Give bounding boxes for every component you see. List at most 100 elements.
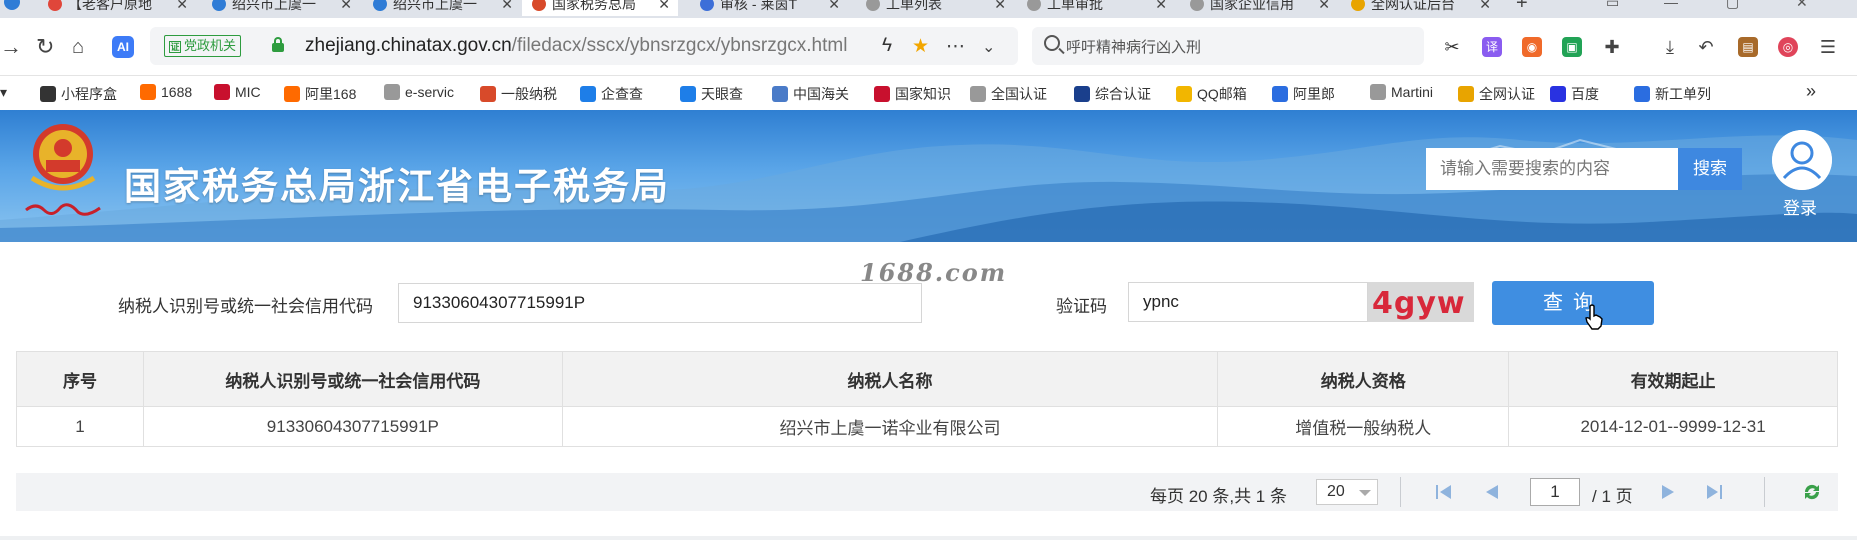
browser-tab[interactable]: 绍兴市上虞一 ✕ <box>373 0 513 16</box>
tab-close-icon[interactable]: ✕ <box>1155 0 1167 13</box>
lock-icon[interactable] <box>272 37 284 52</box>
bookmark-favicon-icon <box>1272 86 1288 102</box>
bookmark-item[interactable]: 阿里郎 <box>1272 84 1335 104</box>
close-window-icon[interactable]: ✕ <box>1796 0 1808 11</box>
browser-tab[interactable]: 国家税务总局 ✕ <box>522 0 678 16</box>
next-page-icon[interactable] <box>1658 482 1678 502</box>
browser-tab[interactable]: 国家企业信用 ✕ <box>1190 0 1330 16</box>
tab-close-icon[interactable]: ✕ <box>1318 0 1330 13</box>
bookmark-item[interactable]: 综合认证 <box>1074 84 1151 104</box>
profile-icon[interactable]: ◎ <box>1778 37 1798 57</box>
translate-icon[interactable]: 译 <box>1482 37 1502 57</box>
bookmark-item[interactable]: 中国海关 <box>772 84 849 104</box>
browser-tab[interactable]: 全网认证后台 ✕ <box>1351 0 1491 16</box>
browser-tab[interactable]: 工单列表 ✕ <box>866 0 1006 16</box>
bookmark-label: 天眼查 <box>701 86 743 102</box>
bookmark-item[interactable]: 全网认证 <box>1458 84 1535 104</box>
table-header-cell: 纳税人名称 <box>561 351 1219 407</box>
prev-page-icon[interactable] <box>1482 482 1502 502</box>
wallet-icon[interactable]: ▤ <box>1738 37 1758 57</box>
captcha-image[interactable]: 4gyw <box>1368 282 1474 322</box>
minimize-icon[interactable]: — <box>1664 0 1678 10</box>
browser-search-box[interactable]: 呼吁精神病行凶入刑 <box>1032 27 1424 65</box>
tab-label: 国家税务总局 <box>552 0 636 12</box>
maximize-icon[interactable]: ▢ <box>1726 0 1739 11</box>
browser-tab[interactable]: 工单审批 ✕ <box>1027 0 1167 16</box>
bookmark-item[interactable]: 1688 <box>140 84 192 100</box>
tab-close-icon[interactable]: ✕ <box>1479 0 1491 13</box>
home-icon[interactable]: ⌂ <box>72 34 84 60</box>
tab-favicon-icon <box>700 0 714 11</box>
tab-label: 工单审批 <box>1047 0 1103 12</box>
scissors-icon[interactable]: ✂ <box>1442 37 1462 57</box>
bookmark-label: 企查查 <box>601 86 643 102</box>
refresh-icon[interactable] <box>1802 482 1822 502</box>
bookmark-item[interactable]: e-servic <box>384 84 454 100</box>
first-page-icon[interactable] <box>1434 482 1454 502</box>
bookmark-item[interactable]: 天眼查 <box>680 84 743 104</box>
bookmark-item[interactable]: 阿里168 <box>284 84 356 104</box>
tab-favicon-icon <box>532 0 546 11</box>
table-header-cell: 有效期起止 <box>1508 351 1838 407</box>
more-icon[interactable]: ⋯ <box>946 35 965 58</box>
url-text[interactable]: zhejiang.chinatax.gov.cn/filedacx/sscx/y… <box>305 35 847 57</box>
bookmark-item[interactable]: 国家知识 <box>874 84 951 104</box>
bookmark-item[interactable]: 百度 <box>1550 84 1599 104</box>
bookmark-item[interactable]: QQ邮箱 <box>1176 84 1247 104</box>
bookmark-item[interactable]: 新工单列 <box>1634 84 1711 104</box>
user-avatar-icon[interactable] <box>1772 130 1832 190</box>
undo-icon[interactable]: ↶ <box>1696 37 1716 57</box>
site-search-input[interactable] <box>1426 148 1678 190</box>
captcha-input[interactable] <box>1128 282 1368 322</box>
browser-tab[interactable]: 【老客户原地 ✕ <box>48 0 188 16</box>
login-link[interactable]: 登录 <box>1783 194 1817 219</box>
new-tab-button[interactable]: + <box>1516 0 1528 15</box>
bookmark-favicon-icon <box>1074 86 1090 102</box>
bookmark-item[interactable]: 企查查 <box>580 84 643 104</box>
ai-assistant-icon[interactable]: AI <box>112 36 134 58</box>
extensions-icon[interactable]: ✚ <box>1602 37 1622 57</box>
bookmark-item[interactable]: MIC <box>214 84 261 100</box>
tab-label: 【老客户原地 <box>68 0 152 12</box>
url-host: zhejiang.chinatax.gov.cn <box>305 35 512 56</box>
page-count: / 1 页 <box>1592 487 1633 506</box>
bookmarks-more-icon[interactable]: » <box>1806 81 1816 102</box>
browser-tab[interactable]: 审核 - 莱茵T ✕ <box>700 0 840 16</box>
bookmark-star-icon[interactable]: ★ <box>912 35 929 58</box>
bookmark-label: 百度 <box>1571 86 1599 102</box>
bookmark-label: 阿里168 <box>305 86 357 102</box>
bookmark-item[interactable]: Martini <box>1370 84 1433 100</box>
menu-icon[interactable]: ☰ <box>1818 37 1838 57</box>
current-page-input[interactable]: 1 <box>1530 478 1580 506</box>
lightning-icon[interactable]: ϟ <box>882 35 892 57</box>
wechat-icon[interactable]: ▣ <box>1562 37 1582 57</box>
bookmark-folder-icon[interactable]: ▾ <box>0 84 7 101</box>
chevron-down-icon[interactable]: ⌄ <box>982 37 995 57</box>
taxpayer-id-input[interactable] <box>398 283 922 323</box>
tab-close-icon[interactable]: ✕ <box>340 0 352 13</box>
address-bar[interactable]: 证党政机关 zhejiang.chinatax.gov.cn/filedacx/… <box>150 27 1018 65</box>
tab-close-icon[interactable]: ✕ <box>828 0 840 13</box>
tab-label: 工单列表 <box>886 0 942 12</box>
download-icon[interactable]: ⤓ <box>1660 37 1680 57</box>
tab-close-icon[interactable]: ✕ <box>658 0 670 13</box>
game-icon[interactable]: ◉ <box>1522 37 1542 57</box>
bookmark-favicon-icon <box>480 86 496 102</box>
reload-icon[interactable]: ↻ <box>36 34 54 60</box>
tab-close-icon[interactable]: ✕ <box>501 0 513 13</box>
query-button[interactable]: 查询 <box>1492 281 1654 325</box>
tab-list-icon[interactable]: ▭ <box>1606 0 1619 11</box>
bookmark-item[interactable]: 小程序盒 <box>40 84 117 104</box>
tab-close-icon[interactable]: ✕ <box>994 0 1006 13</box>
bookmark-favicon-icon <box>140 84 156 100</box>
bookmark-label: 中国海关 <box>793 86 849 102</box>
bookmark-item[interactable]: 全国认证 <box>970 84 1047 104</box>
forward-icon[interactable]: → <box>0 34 22 60</box>
tab-close-icon[interactable]: ✕ <box>176 0 188 13</box>
page-size-select[interactable]: 20 <box>1316 479 1378 505</box>
last-page-icon[interactable] <box>1704 482 1724 502</box>
bookmark-item[interactable]: 一般纳税 <box>480 84 557 104</box>
browser-tab[interactable]: 绍兴市上虞一 ✕ <box>212 0 352 16</box>
site-search-button[interactable]: 搜索 <box>1678 148 1742 190</box>
table-cell: 91330604307715991P <box>142 406 563 447</box>
